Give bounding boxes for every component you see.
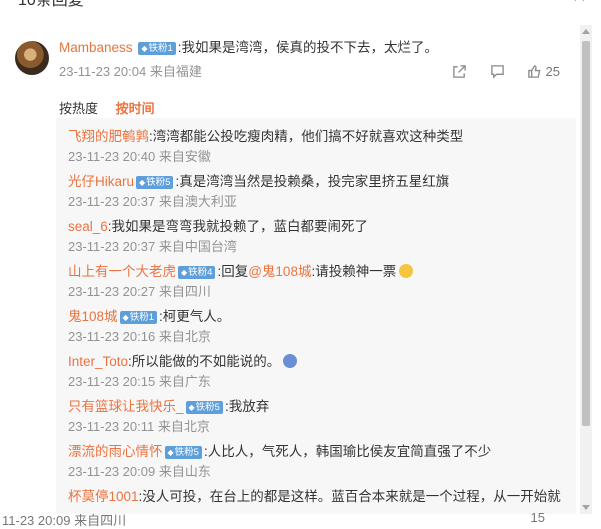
reply-username[interactable]: 光仔Hikaru	[68, 174, 134, 189]
reply-text: :柯更气人。	[158, 309, 231, 324]
reply-text: :我放弃	[224, 399, 270, 414]
like-button[interactable]: 25	[527, 62, 560, 80]
reply-item: Inter_Toto:所以能做的不如能说的。 23-11-23 20:15 来自…	[68, 353, 568, 390]
reply-text: :请投赖神一票	[311, 264, 397, 279]
reply-text: :没人可投，在台上的都是这样。蓝百合本来就是一个过程，从一开始就	[138, 489, 561, 504]
background-comment-meta: 11-23 20:09 来自四川 15	[0, 510, 601, 528]
reply-username[interactable]: 飞翔的肥鹌鹑	[68, 129, 149, 144]
main-comment-time: 23-11-23 20:04	[59, 64, 147, 79]
dialog-header: 10条回复 ✕	[0, 0, 601, 10]
avatar[interactable]	[15, 41, 49, 75]
reply-username[interactable]: 只有篮球让我快乐_	[68, 399, 184, 414]
reply-location: 来自四川	[158, 284, 211, 299]
reply-item: seal_6:我如果是弯弯我就投赖了，蓝白都要闹死了 23-11-23 20:3…	[68, 218, 568, 255]
reply-item: 杯莫停1001:没人可投，在台上的都是这样。蓝百合本来就是一个过程，从一开始就	[68, 488, 568, 506]
reply-item: 只有篮球让我快乐_ ◆铁粉5:我放弃 23-11-23 20:11 来自北京	[68, 398, 568, 435]
reply-text: :真是湾湾当然是投赖桑，投完家里挤五星红旗	[175, 174, 450, 189]
reply-username[interactable]: 杯莫停1001	[68, 489, 139, 504]
reply-text: :所以能做的不如能说的。	[128, 354, 281, 369]
fan-badge: ◆铁粉5	[164, 446, 202, 459]
fan-badge: ◆铁粉5	[185, 401, 223, 414]
reply-time: 23-11-23 20:16	[68, 329, 156, 344]
reply-text: :湾湾都能公投吃瘦肉精，他们搞不好就喜欢这种类型	[149, 129, 464, 144]
reply-location: 来自山东	[158, 464, 211, 479]
like-count: 25	[545, 63, 560, 79]
main-comment-username[interactable]: Mambaness	[59, 40, 133, 55]
scrollbar-thumb[interactable]	[582, 41, 590, 426]
thumbs-up-icon	[527, 64, 540, 78]
reply-time: 23-11-23 20:37	[68, 239, 156, 254]
comment-icon[interactable]	[489, 62, 507, 80]
reply-location: 来自北京	[158, 329, 211, 344]
share-icon[interactable]	[451, 62, 469, 80]
main-comment: Mambaness ◆铁粉1:我如果是湾湾，侯真的投不下去，太烂了。	[59, 39, 579, 57]
fan-badge: ◆铁粉1	[138, 42, 176, 55]
reply-username[interactable]: Inter_Toto	[68, 354, 128, 369]
reply-item: 山上有一个大老虎 ◆铁粉4:回复@鬼108城:请投赖神一票 23-11-23 20…	[68, 263, 568, 300]
sort-by-hot-tab[interactable]: 按热度	[59, 101, 98, 116]
reply-item: 光仔Hikaru ◆铁粉5:真是湾湾当然是投赖桑，投完家里挤五星红旗 23-11-…	[68, 173, 568, 210]
reply-location: 来自安徽	[158, 149, 211, 164]
reply-username[interactable]: 鬼108城	[68, 309, 118, 324]
reply-text: :人比人，气死人，韩国瑜比侯友宜简直强了不少	[203, 444, 492, 459]
reply-item: 鬼108城 ◆铁粉1:柯更气人。 23-11-23 20:16 来自北京	[68, 308, 568, 345]
comment-replies-dialog: 10条回复 ✕ Mambaness ◆铁粉1:我如果是湾湾，侯真的投不下去，太烂…	[0, 0, 601, 528]
main-comment-meta: 23-11-23 20:04 来自福建	[59, 64, 202, 80]
scrollbar[interactable]	[580, 25, 592, 514]
close-icon[interactable]: ✕	[572, 0, 587, 7]
reply-username[interactable]: 山上有一个大老虎	[68, 264, 176, 279]
reply-username[interactable]: seal_6	[68, 219, 108, 234]
reply-text: :我如果是弯弯我就投赖了，蓝白都要闹死了	[107, 219, 369, 234]
replies-list: 飞翔的肥鹌鹑:湾湾都能公投吃瘦肉精，他们搞不好就喜欢这种类型 23-11-23 …	[56, 118, 576, 514]
reply-time: 23-11-23 20:11	[68, 419, 155, 434]
main-comment-location: 来自福建	[149, 64, 202, 79]
reply-item: 漂流的雨心情怀 ◆铁粉5:人比人，气死人，韩国瑜比侯友宜简直强了不少 23-11-…	[68, 443, 568, 480]
reply-username[interactable]: 漂流的雨心情怀	[68, 444, 163, 459]
reply-location: 来自广东	[158, 374, 211, 389]
reply-prefix: :回复	[217, 264, 249, 279]
footer-like-count: 15	[530, 510, 545, 525]
reply-location: 来自澳大利亚	[158, 194, 237, 209]
sob-emoji-icon	[283, 354, 298, 368]
sort-tabs: 按热度 按时间	[59, 98, 169, 117]
fan-badge: ◆铁粉5	[136, 176, 174, 189]
cat-emoji-icon	[399, 264, 414, 278]
reply-time: 23-11-23 20:15	[68, 374, 156, 389]
reply-time: 23-11-23 20:40	[68, 149, 156, 164]
fan-badge: ◆铁粉1	[119, 311, 157, 324]
reply-location: 来自中国台湾	[158, 239, 237, 254]
reply-time: 23-11-23 20:09	[68, 464, 156, 479]
main-comment-text: :我如果是湾湾，侯真的投不下去，太烂了。	[177, 40, 439, 55]
dialog-title: 10条回复	[18, 0, 84, 9]
reply-item: 飞翔的肥鹌鹑:湾湾都能公投吃瘦肉精，他们搞不好就喜欢这种类型 23-11-23 …	[68, 128, 568, 165]
mention-link[interactable]: @鬼108城	[248, 264, 311, 279]
comment-actions: 25	[451, 62, 560, 80]
scroll-up-arrow-icon[interactable]	[582, 29, 590, 34]
fan-badge: ◆铁粉4	[178, 266, 216, 279]
reply-time: 23-11-23 20:27	[68, 284, 156, 299]
sort-by-time-tab[interactable]: 按时间	[116, 101, 155, 116]
reply-time: 23-11-23 20:37	[68, 194, 156, 209]
reply-location: 来自北京	[157, 419, 210, 434]
